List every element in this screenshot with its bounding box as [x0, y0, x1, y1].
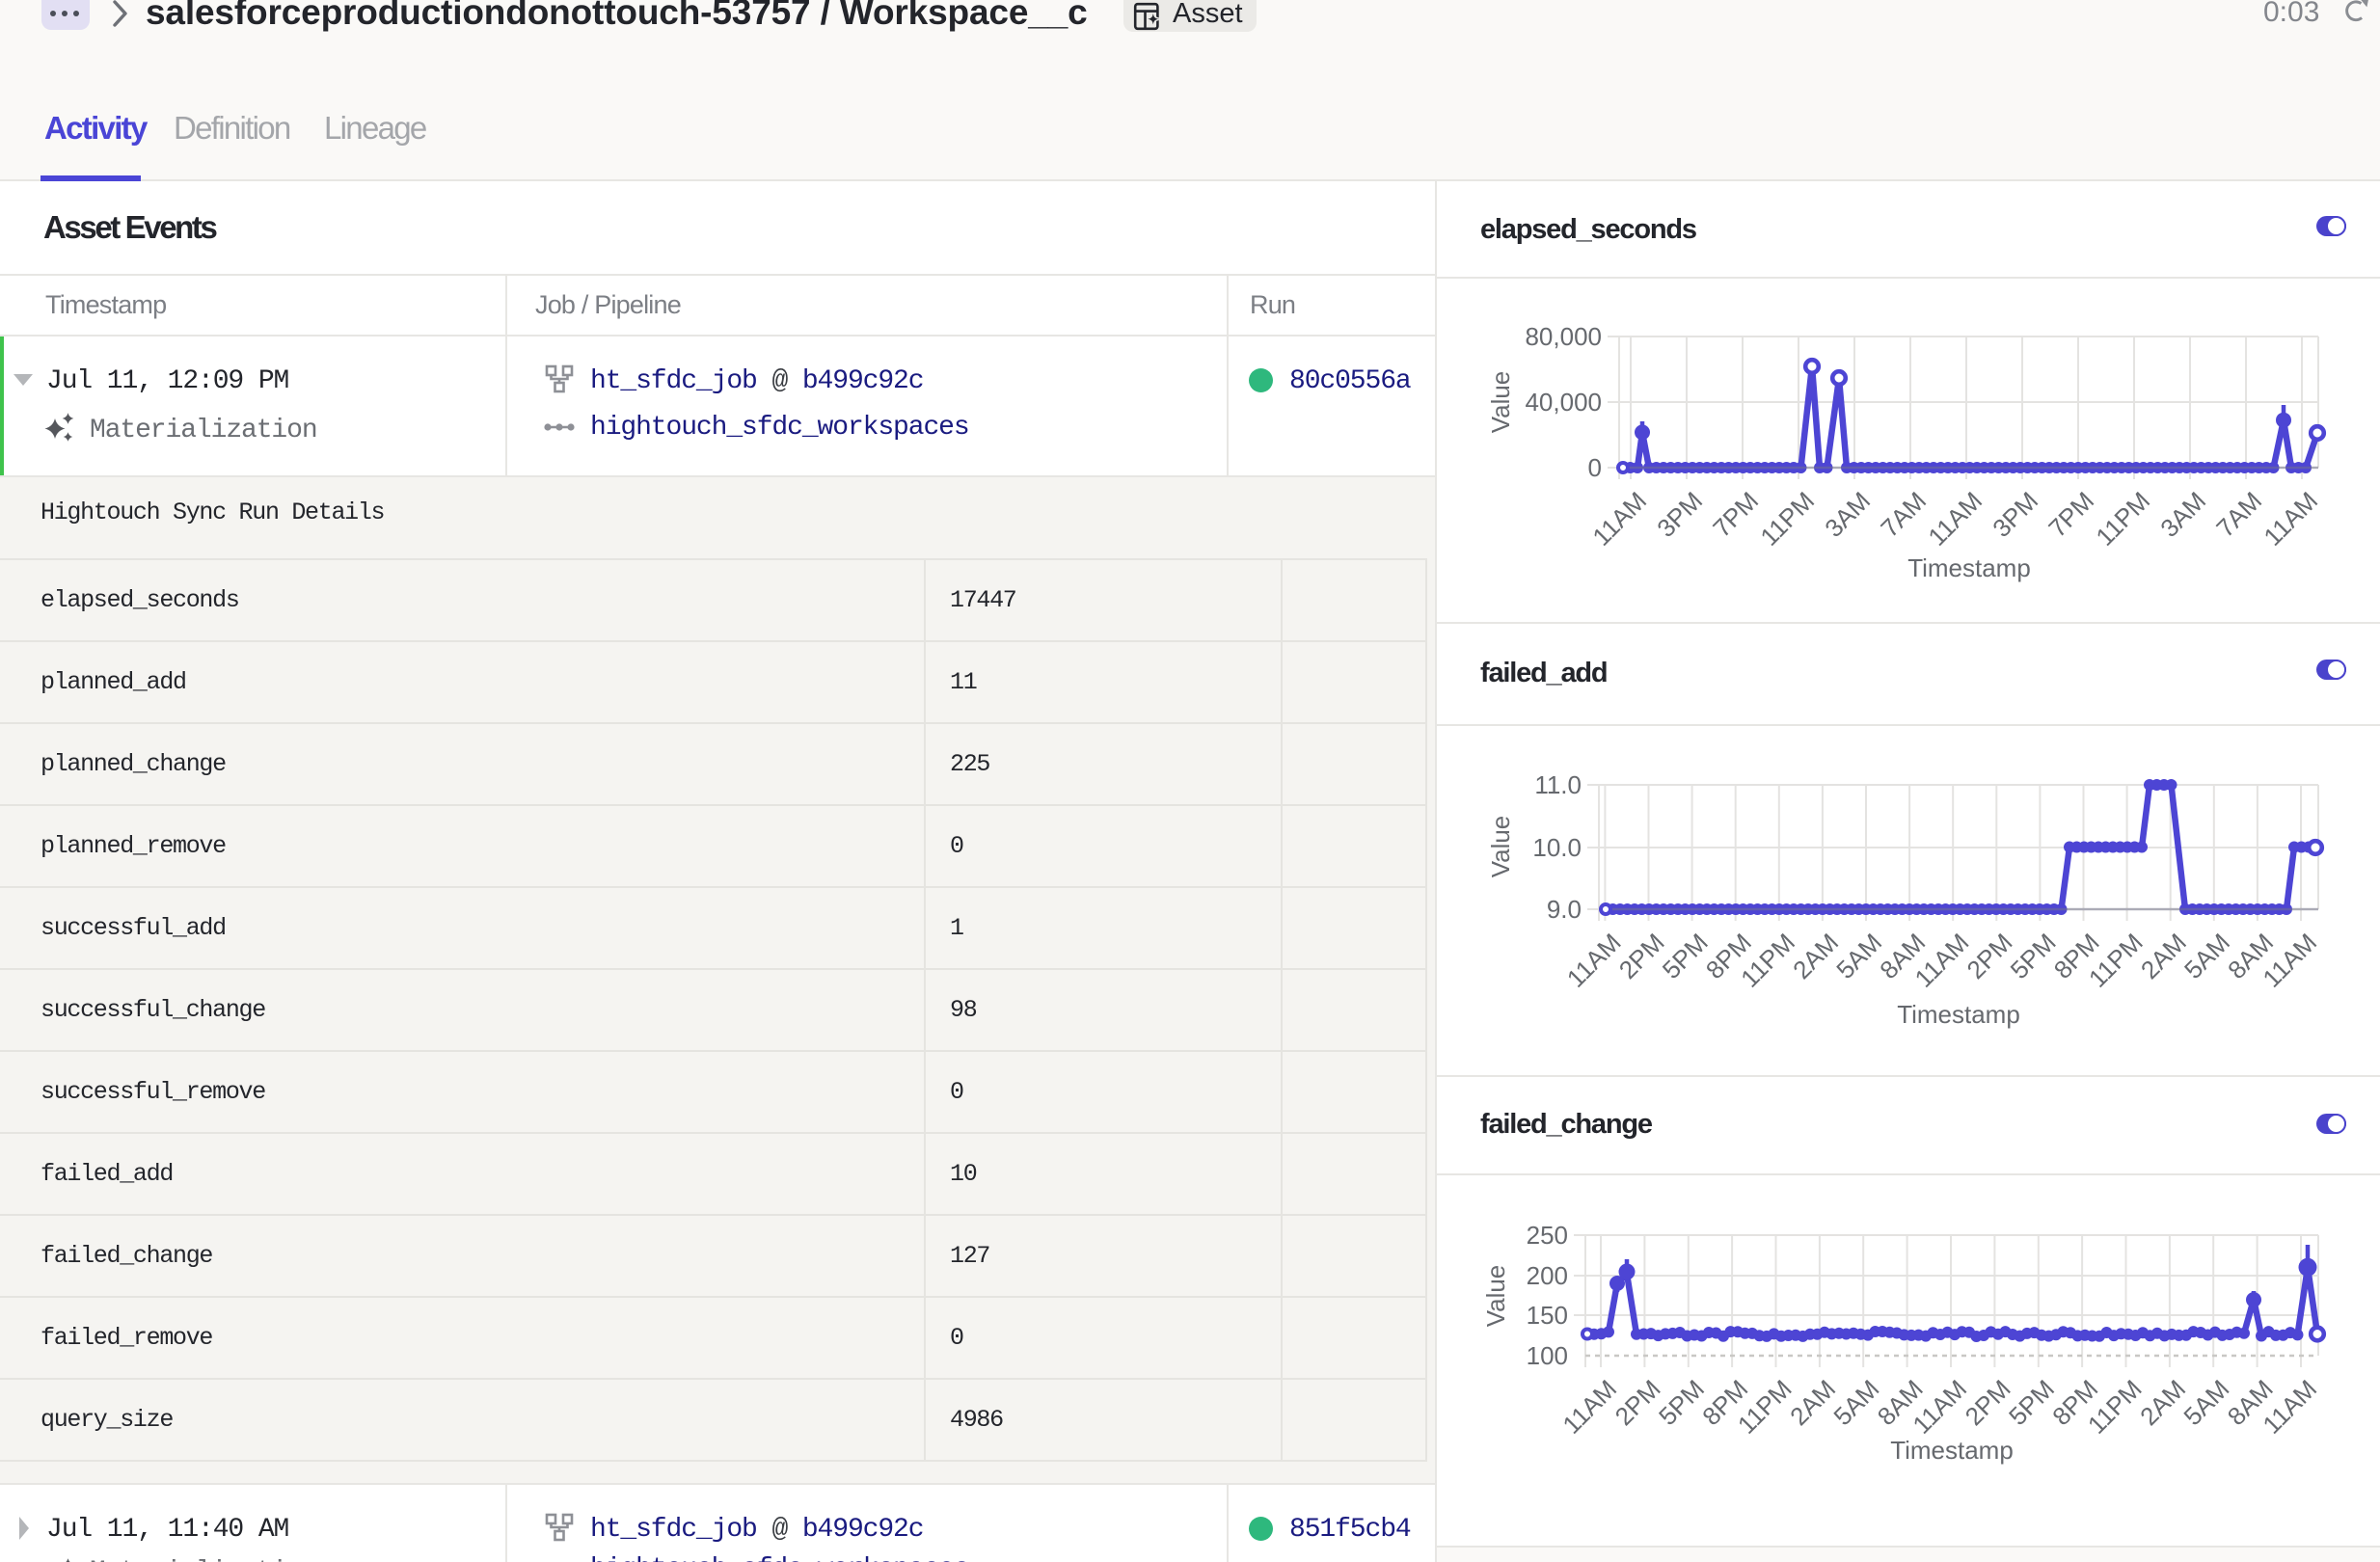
svg-text:7PM: 7PM [1707, 486, 1764, 543]
svg-text:Value: Value [1486, 816, 1515, 878]
svg-text:5AM: 5AM [2178, 928, 2235, 984]
svg-text:11AM: 11AM [1586, 486, 1652, 552]
svg-text:150: 150 [1527, 1301, 1568, 1330]
svg-text:3AM: 3AM [2154, 486, 2211, 543]
svg-text:2PM: 2PM [1960, 1374, 2016, 1431]
svg-text:Timestamp: Timestamp [1897, 1000, 2020, 1029]
svg-text:2PM: 2PM [1609, 1374, 1666, 1431]
svg-text:2AM: 2AM [2135, 928, 2192, 984]
svg-text:Value: Value [1481, 1265, 1510, 1328]
svg-text:11PM: 11PM [2090, 486, 2155, 552]
svg-text:9.0: 9.0 [1547, 895, 1582, 924]
svg-text:5PM: 5PM [1653, 1374, 1710, 1431]
svg-text:3PM: 3PM [1651, 486, 1708, 543]
svg-text:2AM: 2AM [1784, 1374, 1841, 1431]
svg-text:11PM: 11PM [1754, 486, 1820, 552]
svg-text:11AM: 11AM [2258, 486, 2323, 552]
svg-text:5AM: 5AM [1827, 1374, 1884, 1431]
svg-text:2PM: 2PM [1613, 928, 1670, 984]
svg-text:0: 0 [1588, 453, 1602, 482]
svg-text:2AM: 2AM [1787, 928, 1844, 984]
svg-text:7AM: 7AM [1875, 486, 1932, 543]
svg-text:40,000: 40,000 [1525, 388, 1602, 417]
svg-text:11AM: 11AM [1922, 486, 1988, 552]
svg-text:7AM: 7AM [2210, 486, 2267, 543]
svg-text:100: 100 [1527, 1341, 1568, 1370]
svg-text:5AM: 5AM [2177, 1374, 2234, 1431]
svg-text:5PM: 5PM [1657, 928, 1714, 984]
svg-text:2PM: 2PM [1961, 928, 2018, 984]
svg-text:5AM: 5AM [1830, 928, 1887, 984]
svg-text:3AM: 3AM [1819, 486, 1876, 543]
svg-text:80,000: 80,000 [1525, 322, 1602, 351]
svg-text:Timestamp: Timestamp [1890, 1436, 2014, 1465]
svg-text:Value: Value [1486, 371, 1515, 434]
svg-text:5PM: 5PM [2003, 1374, 2060, 1431]
svg-text:Timestamp: Timestamp [1907, 553, 2031, 582]
svg-text:10.0: 10.0 [1532, 833, 1582, 862]
svg-text:2AM: 2AM [2134, 1374, 2191, 1431]
svg-text:11.0: 11.0 [1534, 770, 1582, 799]
svg-text:5PM: 5PM [2005, 928, 2062, 984]
svg-text:3PM: 3PM [1987, 486, 2043, 543]
svg-text:250: 250 [1527, 1221, 1568, 1250]
svg-text:7PM: 7PM [2042, 486, 2099, 543]
svg-text:200: 200 [1527, 1261, 1568, 1290]
